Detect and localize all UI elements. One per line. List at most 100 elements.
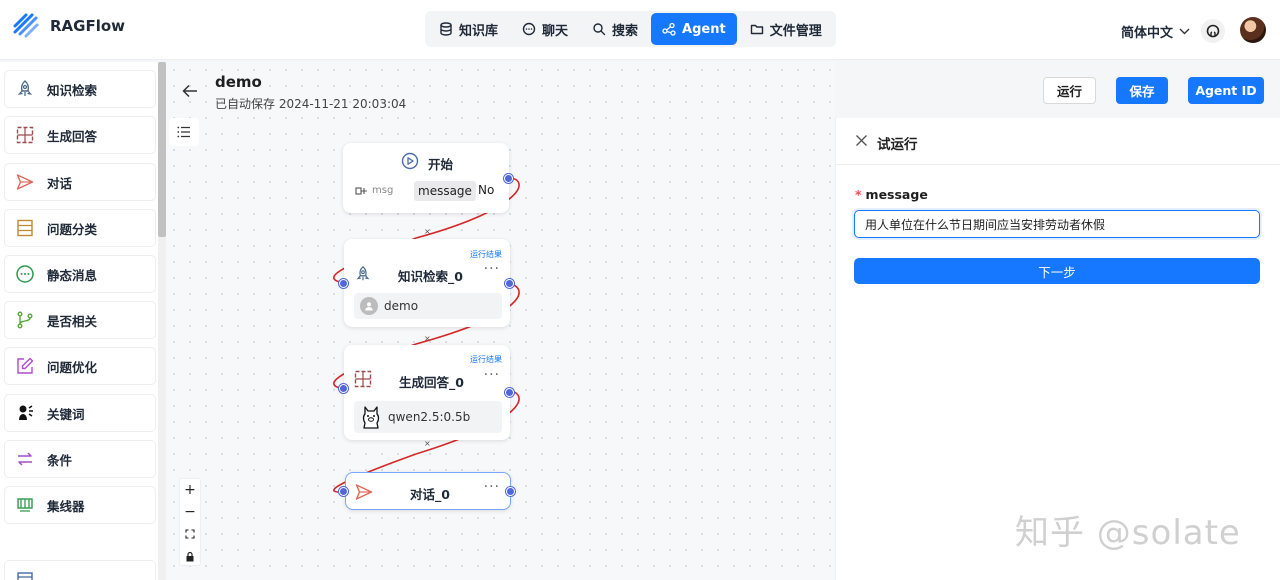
fit-view-button[interactable] bbox=[180, 523, 200, 545]
nav-label: 聊天 bbox=[542, 23, 569, 39]
list-icon bbox=[17, 219, 33, 237]
node-retrieval-output-handle[interactable] bbox=[505, 279, 514, 288]
node-retrieval[interactable]: 运行结果 知识检索_0 ··· demo bbox=[344, 239, 510, 327]
node-answer-output-handle[interactable] bbox=[506, 487, 515, 496]
node-title: 知识检索_0 bbox=[398, 269, 463, 284]
fit-view-icon bbox=[185, 529, 195, 539]
chat-icon bbox=[522, 22, 536, 36]
save-button[interactable]: 保存 bbox=[1116, 77, 1168, 104]
run-result-link[interactable]: 运行结果 bbox=[470, 249, 502, 260]
folder-icon bbox=[750, 24, 763, 35]
message-field-label: * message bbox=[855, 187, 928, 202]
hub-icon bbox=[17, 498, 33, 512]
run-result-link[interactable]: 运行结果 bbox=[470, 354, 502, 365]
node-retrieval-input-handle[interactable] bbox=[339, 279, 348, 288]
run-button[interactable]: 运行 bbox=[1043, 77, 1096, 104]
nav-search[interactable]: 搜索 bbox=[581, 13, 649, 45]
sidebar-item-label: 问题分类 bbox=[47, 221, 98, 237]
nav-label: 知识库 bbox=[459, 23, 499, 39]
message-icon bbox=[16, 265, 34, 283]
lock-icon bbox=[186, 551, 194, 561]
lock-button[interactable] bbox=[180, 545, 200, 567]
send-icon bbox=[16, 174, 34, 190]
database-icon bbox=[440, 22, 452, 36]
node-title: 对话_0 bbox=[410, 487, 450, 502]
zoom-out-button[interactable]: − bbox=[180, 501, 200, 523]
sidebar-item-relevant[interactable]: 是否相关 bbox=[4, 301, 156, 339]
sidebar-item-keyword[interactable]: 关键词 bbox=[4, 394, 156, 432]
node-answer-input-handle[interactable] bbox=[339, 487, 348, 496]
node-begin-output-handle[interactable] bbox=[504, 174, 513, 183]
sidebar-item-concentrator[interactable]: 集线器 bbox=[4, 486, 156, 524]
node-title: 生成回答_0 bbox=[399, 375, 464, 390]
sidebar-item-label: 对话 bbox=[47, 175, 73, 191]
node-model: qwen2.5:0.5b bbox=[354, 401, 502, 433]
node-answer[interactable]: 对话_0 ··· bbox=[345, 472, 511, 510]
search-icon bbox=[593, 23, 606, 36]
required-mark: * bbox=[855, 187, 862, 202]
node-generate[interactable]: 运行结果 生成回答_0 ··· qwen2.5:0.5b bbox=[344, 345, 510, 440]
sidebar-item-categorize[interactable]: 问题分类 bbox=[4, 209, 156, 247]
play-icon bbox=[401, 152, 419, 170]
sidebar-item-retrieval[interactable]: 知识检索 bbox=[4, 70, 156, 108]
main-nav: 知识库 聊天 搜索 Agent 文件管理 bbox=[425, 11, 836, 47]
rocket-icon bbox=[356, 265, 370, 281]
nav-label: 搜索 bbox=[612, 23, 639, 39]
svg-text:×: × bbox=[424, 334, 431, 343]
language-selector[interactable]: 简体中文 bbox=[1121, 22, 1190, 41]
sidebar-item-partial[interactable] bbox=[4, 560, 156, 580]
nav-chat[interactable]: 聊天 bbox=[511, 13, 579, 45]
svg-text:×: × bbox=[424, 439, 431, 448]
agent-id-button[interactable]: Agent ID bbox=[1188, 77, 1264, 104]
rocket-icon bbox=[17, 80, 33, 96]
brand[interactable]: RAGFlow bbox=[12, 12, 125, 40]
sidebar-item-rewrite[interactable]: 问题优化 bbox=[4, 347, 156, 385]
panel-title: 试运行 bbox=[877, 137, 918, 153]
nav-agent[interactable]: Agent bbox=[651, 13, 737, 45]
switch-icon bbox=[18, 452, 32, 466]
graph-icon bbox=[662, 22, 676, 36]
message-input[interactable] bbox=[854, 210, 1260, 238]
sidebar-item-static-message[interactable]: 静态消息 bbox=[4, 255, 156, 293]
generate-icon bbox=[16, 126, 34, 144]
flow-name: demo bbox=[215, 73, 262, 91]
sidebar-item-generate[interactable]: 生成回答 bbox=[4, 116, 156, 154]
sidebar-item-answer[interactable]: 对话 bbox=[4, 163, 156, 201]
nav-file-management[interactable]: 文件管理 bbox=[739, 13, 833, 45]
node-list-button[interactable] bbox=[169, 118, 199, 146]
zoom-controls: + − bbox=[179, 478, 201, 566]
param-optional-flag: No bbox=[478, 183, 495, 197]
chevron-down-icon bbox=[1179, 28, 1190, 35]
llama-model-icon bbox=[362, 406, 380, 429]
node-title: 开始 bbox=[428, 157, 454, 172]
kb-name: demo bbox=[384, 299, 419, 313]
zoom-in-button[interactable]: + bbox=[180, 479, 200, 501]
param-type: msg bbox=[355, 185, 393, 196]
keyword-icon bbox=[19, 405, 33, 420]
sidebar-scrollbar-thumb[interactable] bbox=[158, 62, 166, 237]
sidebar-item-label: 生成回答 bbox=[47, 128, 98, 144]
node-more-button[interactable]: ··· bbox=[484, 479, 500, 495]
github-icon bbox=[1206, 24, 1220, 38]
node-more-button[interactable]: ··· bbox=[484, 261, 500, 277]
node-begin[interactable]: 开始 msg message No bbox=[343, 143, 509, 213]
svg-text:×: × bbox=[424, 227, 431, 236]
sidebar-item-label: 关键词 bbox=[47, 406, 85, 422]
next-step-button[interactable]: 下一步 bbox=[854, 258, 1260, 284]
model-name: qwen2.5:0.5b bbox=[388, 410, 471, 424]
sidebar-item-switch[interactable]: 条件 bbox=[4, 440, 156, 478]
close-icon[interactable] bbox=[855, 134, 868, 147]
watermark: 知乎 @solate bbox=[1015, 513, 1241, 553]
node-generate-output-handle[interactable] bbox=[505, 388, 514, 397]
node-generate-input-handle[interactable] bbox=[339, 384, 348, 393]
nav-knowledge-base[interactable]: 知识库 bbox=[428, 13, 509, 45]
back-arrow-icon[interactable] bbox=[182, 84, 198, 98]
language-label: 简体中文 bbox=[1121, 26, 1174, 41]
user-avatar[interactable] bbox=[1240, 17, 1266, 43]
node-more-button[interactable]: ··· bbox=[484, 367, 500, 383]
autosave-status: 已自动保存 2024-11-21 20:03:04 bbox=[215, 97, 407, 111]
nav-label: 文件管理 bbox=[769, 23, 822, 39]
field-label-text: message bbox=[865, 187, 928, 202]
github-button[interactable] bbox=[1201, 19, 1225, 43]
brand-name: RAGFlow bbox=[50, 17, 126, 35]
